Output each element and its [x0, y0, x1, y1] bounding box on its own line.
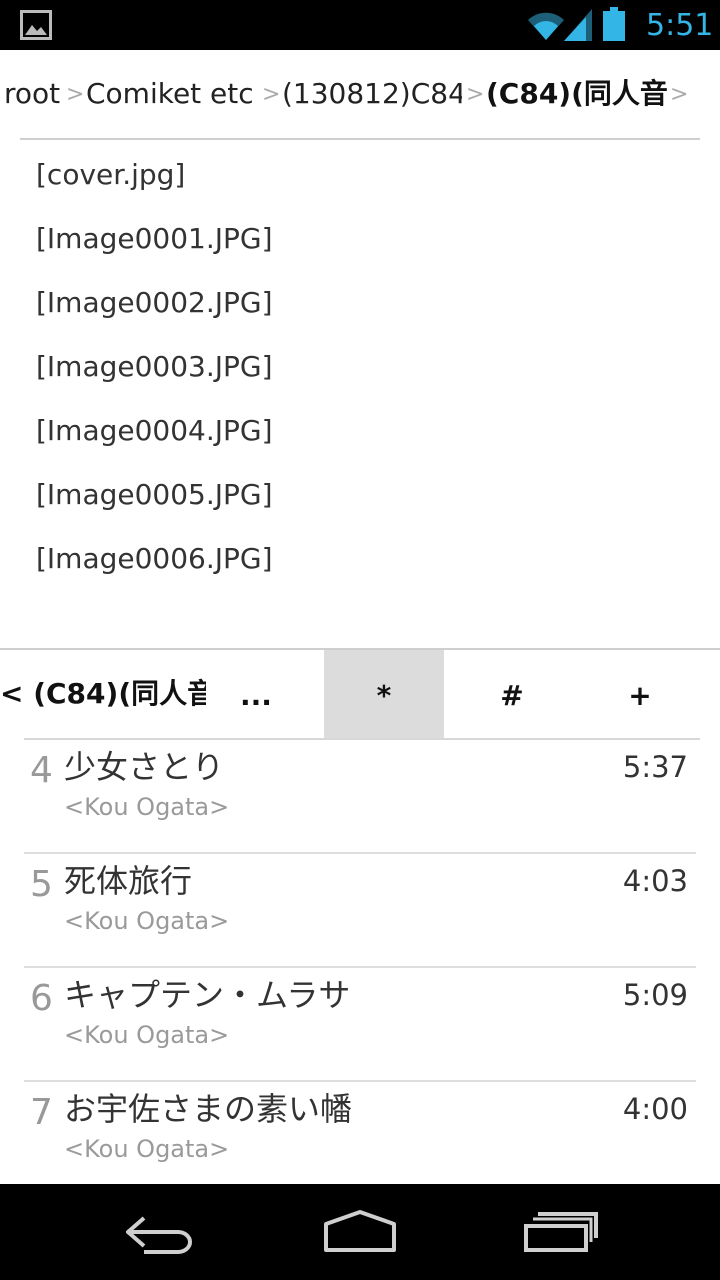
player-toolbar: < (C84)(同人音 ... * # +: [0, 650, 720, 738]
breadcrumb-separator: >: [670, 82, 689, 107]
track-number: 7: [30, 1092, 53, 1133]
breadcrumb-item-root[interactable]: root: [4, 74, 62, 114]
back-icon[interactable]: [122, 1208, 202, 1256]
file-item[interactable]: [Image0006.JPG]: [36, 534, 273, 584]
track-title: キャプテン・ムラサ: [64, 976, 351, 1014]
clock: 5:51: [646, 8, 714, 43]
file-item[interactable]: [Image0002.JPG]: [36, 278, 273, 328]
track-row[interactable]: 6 キャプテン・ムラサ <Kou Ogata> 5:09: [24, 968, 696, 1082]
breadcrumb-separator: >: [466, 82, 485, 107]
track-number: 4: [30, 750, 53, 791]
breadcrumb-item-comiket[interactable]: Comiket etc: [86, 74, 258, 114]
file-item[interactable]: [cover.jpg]: [36, 150, 185, 200]
breadcrumb-separator: >: [262, 82, 281, 107]
navigation-bar: [0, 1184, 720, 1280]
track-row[interactable]: 7 お宇佐さまの素い幡 <Kou Ogata> 4:00: [24, 1082, 696, 1196]
track-artist: <Kou Ogata>: [64, 907, 230, 935]
track-artist: <Kou Ogata>: [64, 1021, 230, 1049]
signal-icon: [564, 9, 592, 41]
breadcrumb: root > Comiket etc > (130812)C84 > (C84)…: [0, 50, 720, 138]
track-title: 死体旅行: [64, 862, 193, 900]
track-title: お宇佐さまの素い幡: [64, 1090, 353, 1128]
status-bar: 5:51: [0, 0, 720, 50]
track-duration: 5:09: [622, 978, 688, 1012]
wifi-icon: [528, 12, 564, 41]
file-item[interactable]: [Image0004.JPG]: [36, 406, 273, 456]
track-artist: <Kou Ogata>: [64, 793, 230, 821]
breadcrumb-item-current[interactable]: (C84)(同人音: [486, 74, 668, 114]
back-to-folder-button[interactable]: < (C84)(同人音: [0, 650, 206, 738]
home-icon[interactable]: [320, 1208, 400, 1256]
breadcrumb-item-event[interactable]: (130812)C84: [282, 74, 462, 114]
file-item[interactable]: [Image0003.JPG]: [36, 342, 273, 392]
file-item[interactable]: [Image0005.JPG]: [36, 470, 273, 520]
track-title: 少女さとり: [64, 748, 225, 786]
hash-button[interactable]: #: [452, 650, 572, 738]
track-number: 6: [30, 978, 53, 1019]
track-row[interactable]: 4 少女さとり <Kou Ogata> 5:37: [24, 740, 696, 854]
track-duration: 4:00: [622, 1092, 688, 1126]
divider: [20, 138, 700, 140]
gallery-icon: [20, 10, 52, 40]
track-row[interactable]: 5 死体旅行 <Kou Ogata> 4:03: [24, 854, 696, 968]
recent-apps-icon[interactable]: [520, 1208, 600, 1256]
battery-icon: [603, 7, 625, 41]
star-button[interactable]: *: [324, 650, 444, 738]
track-number: 5: [30, 864, 53, 905]
file-item[interactable]: [Image0001.JPG]: [36, 214, 273, 264]
track-artist: <Kou Ogata>: [64, 1135, 230, 1163]
add-button[interactable]: +: [580, 650, 700, 738]
breadcrumb-separator: >: [66, 82, 85, 107]
track-duration: 4:03: [622, 864, 688, 898]
track-duration: 5:37: [622, 750, 688, 784]
more-button[interactable]: ...: [206, 650, 306, 738]
